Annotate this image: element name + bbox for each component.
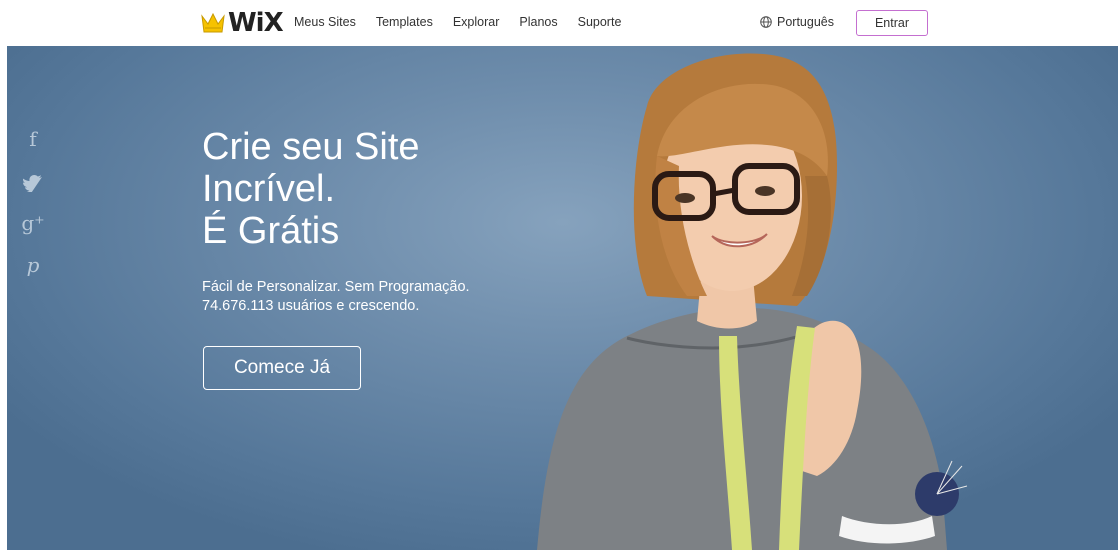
pinterest-icon[interactable]: p bbox=[21, 252, 45, 278]
hero-subtitle: Fácil de Personalizar. Sem Programação. … bbox=[202, 278, 470, 316]
crown-icon bbox=[201, 12, 225, 33]
twitter-icon[interactable] bbox=[21, 168, 45, 194]
language-selector[interactable]: Português bbox=[760, 15, 834, 29]
wix-logo[interactable]: WiX bbox=[200, 8, 284, 38]
facebook-icon[interactable]: f bbox=[21, 126, 45, 152]
social-icons: f g⁺ p bbox=[21, 126, 45, 278]
language-label: Português bbox=[777, 15, 834, 29]
hero-headline: Crie seu Site Incrível. É Grátis bbox=[202, 126, 420, 252]
logo-text: WiX bbox=[228, 8, 284, 38]
nav-explorar[interactable]: Explorar bbox=[453, 15, 500, 29]
nav-templates[interactable]: Templates bbox=[376, 15, 433, 29]
login-button[interactable]: Entrar bbox=[856, 10, 928, 36]
user-count-text: 74.676.113 usuários e crescendo. bbox=[202, 298, 420, 314]
nav-suporte[interactable]: Suporte bbox=[578, 15, 622, 29]
nav-planos[interactable]: Planos bbox=[519, 15, 557, 29]
top-navigation-bar: WiX Meus Sites Templates Explorar Planos… bbox=[0, 0, 1118, 46]
globe-icon bbox=[760, 16, 772, 28]
subtitle-line-1: Fácil de Personalizar. Sem Programação. bbox=[202, 279, 470, 295]
google-plus-icon[interactable]: g⁺ bbox=[21, 210, 45, 236]
hero-banner: f g⁺ p Crie seu Site Incrível. É Grátis … bbox=[7, 46, 1118, 550]
nav-meus-sites[interactable]: Meus Sites bbox=[294, 15, 356, 29]
start-now-button[interactable]: Comece Já bbox=[203, 346, 361, 390]
hero-photo bbox=[537, 53, 968, 550]
headline-line-2: Incrível. bbox=[202, 168, 336, 210]
headline-line-3: É Grátis bbox=[202, 210, 340, 252]
headline-line-1: Crie seu Site bbox=[202, 126, 420, 168]
main-nav: Meus Sites Templates Explorar Planos Sup… bbox=[294, 15, 621, 29]
